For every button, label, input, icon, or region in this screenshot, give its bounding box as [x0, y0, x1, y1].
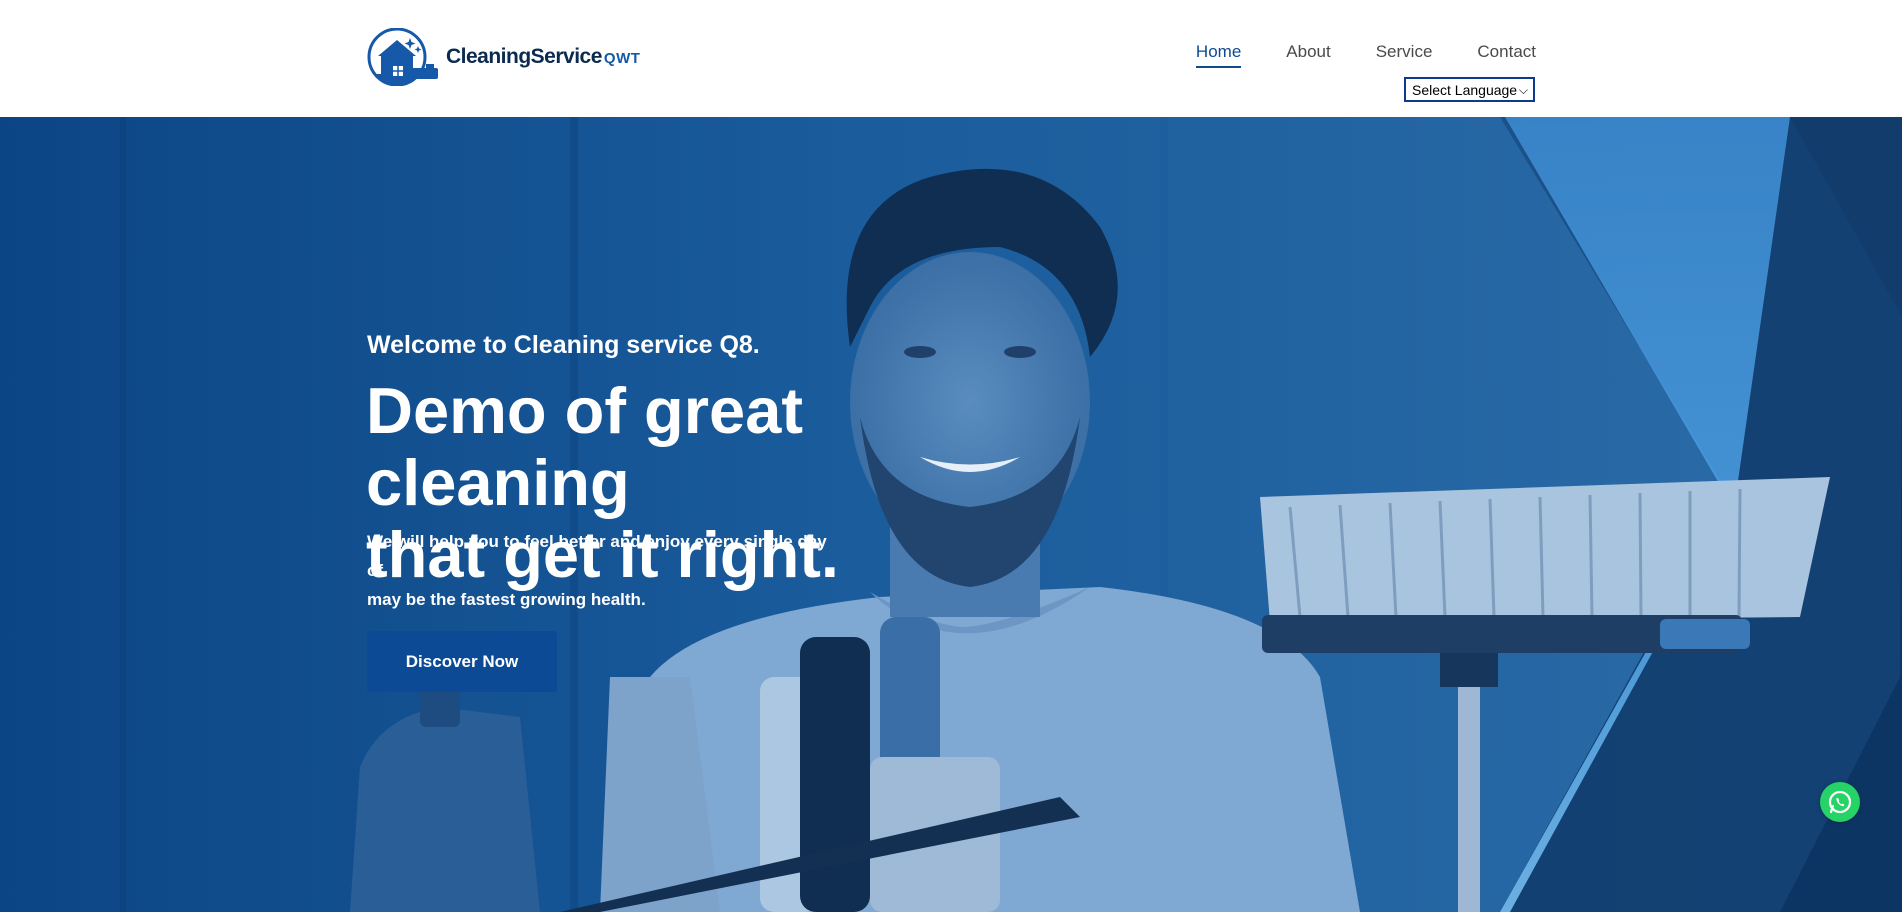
brand-logo[interactable]: CleaningService QWT — [366, 28, 640, 86]
whatsapp-icon — [1828, 790, 1852, 814]
nav-service[interactable]: Service — [1376, 42, 1433, 68]
hero-description-line-2: may be the fastest growing health. — [367, 590, 646, 609]
nav-about[interactable]: About — [1286, 42, 1330, 68]
brand-name: CleaningService QWT — [446, 45, 640, 69]
site-header: CleaningService QWT Home About Service C… — [0, 0, 1902, 117]
chevron-down-icon: ⌵ — [1518, 83, 1528, 97]
hero-description-line-1: We will help you to feel better and enjo… — [367, 532, 827, 580]
hero-description: We will help you to feel better and enjo… — [367, 527, 847, 614]
brand-name-main: CleaningService — [446, 45, 602, 68]
discover-now-button[interactable]: Discover Now — [367, 631, 557, 692]
hero-eyebrow: Welcome to Cleaning service Q8. — [367, 331, 760, 359]
whatsapp-chat-button[interactable] — [1820, 782, 1860, 822]
hero-title-line-1: Demo of great cleaning — [366, 374, 804, 519]
nav-contact[interactable]: Contact — [1477, 42, 1536, 68]
nav-home[interactable]: Home — [1195, 42, 1242, 68]
house-sparkle-icon — [367, 28, 438, 86]
main-nav: Home About Service Contact — [1151, 42, 1536, 68]
language-select[interactable]: Select Language ⌵ — [1404, 77, 1535, 102]
hero-section: Welcome to Cleaning service Q8. Demo of … — [0, 117, 1902, 912]
brand-name-suffix: QWT — [603, 50, 641, 67]
language-select-value: Select Language — [1412, 81, 1518, 98]
